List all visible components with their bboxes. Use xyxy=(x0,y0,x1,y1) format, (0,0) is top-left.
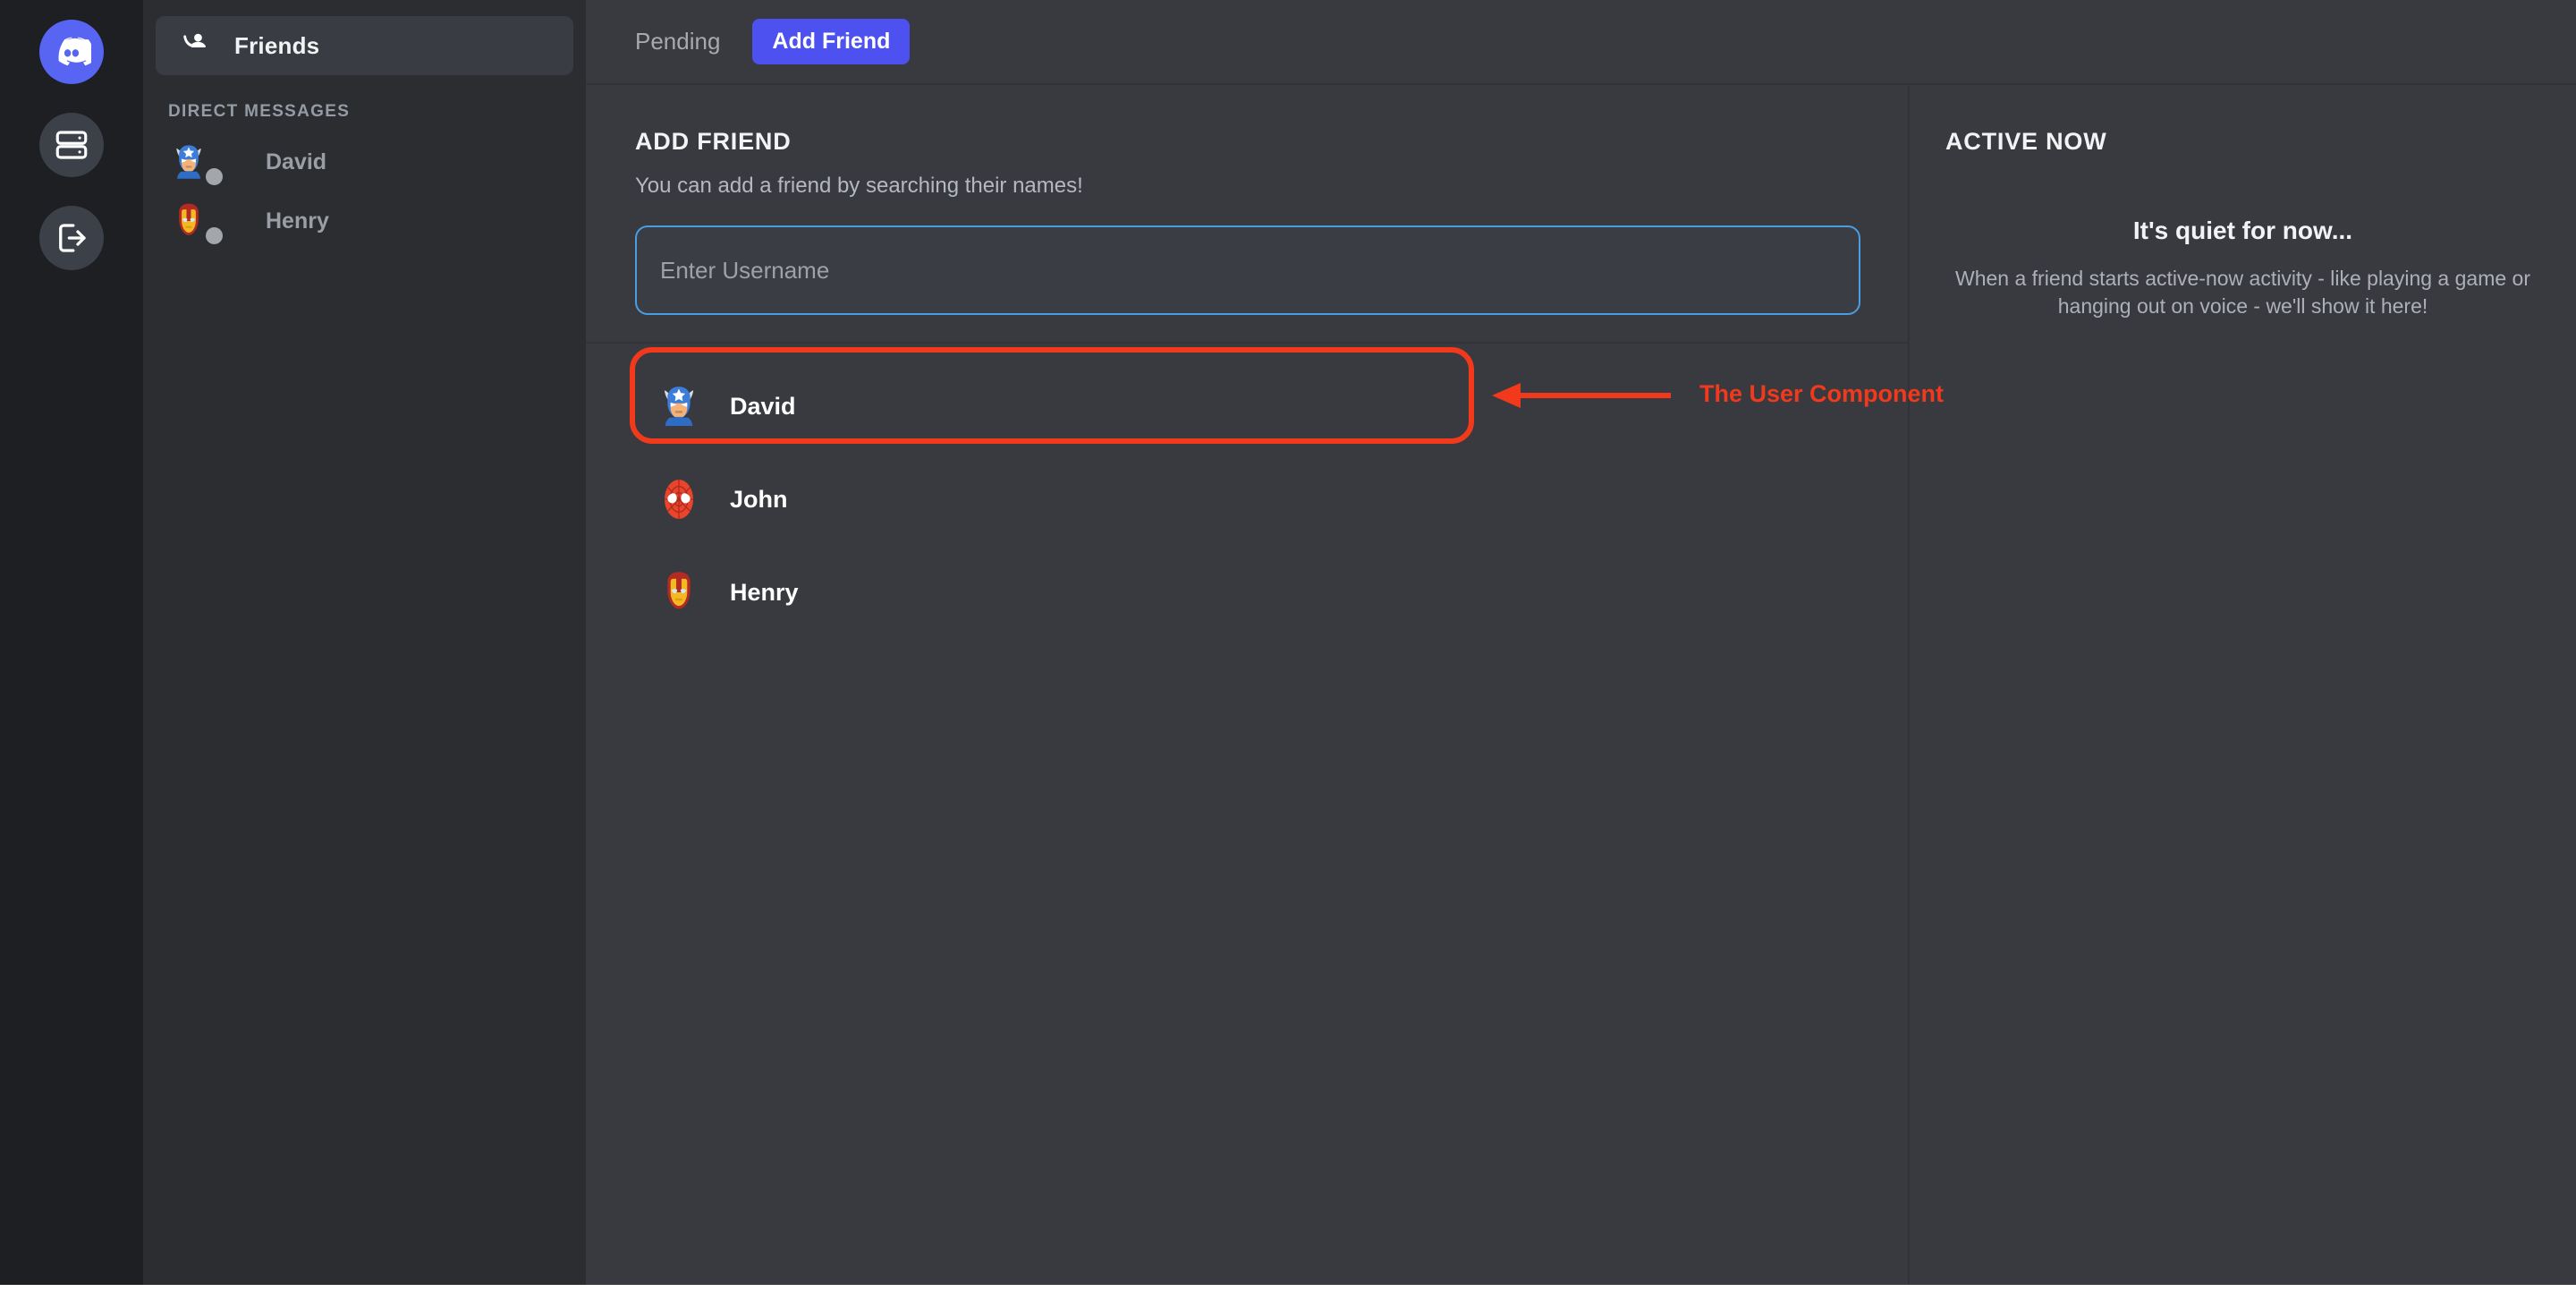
username-search-input[interactable] xyxy=(635,225,1860,315)
captain-america-avatar xyxy=(168,141,209,183)
tab-pending[interactable]: Pending xyxy=(635,28,720,55)
friends-label: Friends xyxy=(234,31,320,59)
discord-logo-icon xyxy=(52,32,91,72)
iron-man-avatar xyxy=(168,200,209,242)
user-result-name: Henry xyxy=(730,578,799,606)
user-result-name: David xyxy=(730,392,796,420)
active-now-panel: ACTIVE NOW It's quiet for now... When a … xyxy=(1908,85,2576,1292)
logout-button[interactable] xyxy=(39,206,104,270)
direct-messages-header: DIRECT MESSAGES xyxy=(168,102,351,121)
status-dot-offline xyxy=(206,226,223,244)
user-result-john[interactable]: John xyxy=(635,453,1859,546)
add-friend-column: ADD FRIEND You can add a friend by searc… xyxy=(586,85,1908,1292)
iron-man-avatar xyxy=(655,568,703,616)
active-now-empty-title: It's quiet for now... xyxy=(2132,217,2353,244)
add-friend-title: ADD FRIEND xyxy=(635,128,792,155)
friends-topbar: Pending Add Friend xyxy=(586,0,2576,85)
add-friend-button[interactable]: Add Friend xyxy=(752,19,911,64)
discord-app-window: Friends DIRECT MESSAGES David Henry Pend… xyxy=(0,0,2576,1292)
active-now-empty-body: When a friend starts active-now activity… xyxy=(1955,267,2530,319)
server-stack-icon xyxy=(53,126,90,164)
add-friend-section: ADD FRIEND You can add a friend by searc… xyxy=(586,85,1908,344)
spider-man-avatar xyxy=(655,475,703,523)
server-rail xyxy=(0,0,143,1292)
bottom-strip xyxy=(0,1285,2576,1292)
add-friend-subtitle: You can add a friend by searching their … xyxy=(635,174,1083,198)
main-panel: Pending Add Friend ADD FRIEND You can ad… xyxy=(586,0,2576,1292)
dm-name: David xyxy=(266,149,327,174)
user-result-name: John xyxy=(730,485,788,513)
user-results-list: David John Henry xyxy=(586,344,1908,639)
dm-item-david[interactable]: David xyxy=(156,136,573,188)
dm-item-henry[interactable]: Henry xyxy=(156,195,573,247)
captain-america-avatar xyxy=(655,382,703,430)
content-split: ADD FRIEND You can add a friend by searc… xyxy=(586,85,2576,1292)
dm-list: David Henry xyxy=(156,136,573,247)
user-result-david[interactable]: David xyxy=(635,360,1859,453)
user-result-henry[interactable]: Henry xyxy=(635,546,1859,639)
status-dot-offline xyxy=(206,167,223,185)
active-now-title: ACTIVE NOW xyxy=(1945,128,2107,155)
active-now-empty-state: It's quiet for now... When a friend star… xyxy=(1945,217,2540,320)
servers-button[interactable] xyxy=(39,113,104,177)
person-wave-icon xyxy=(179,28,211,64)
discord-home-button[interactable] xyxy=(39,20,104,84)
logout-icon xyxy=(53,219,90,257)
sidebar-item-friends[interactable]: Friends xyxy=(156,16,573,75)
dm-name: Henry xyxy=(266,208,329,234)
dm-sidebar: Friends DIRECT MESSAGES David Henry xyxy=(143,0,586,1292)
